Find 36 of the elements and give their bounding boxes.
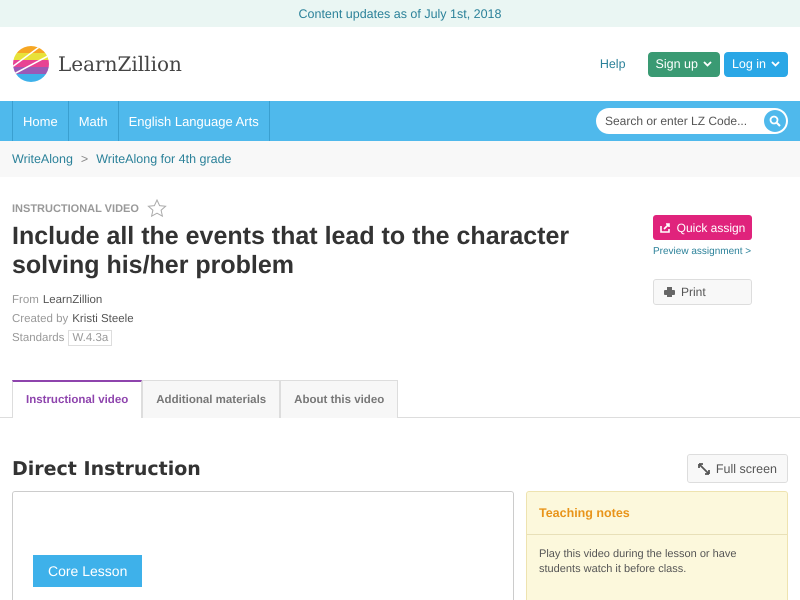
video-player[interactable]: Core Lesson — [12, 491, 514, 600]
print-button[interactable]: Print — [653, 279, 752, 305]
announcement-banner: Content updates as of July 1st, 2018 — [0, 0, 800, 27]
share-icon — [660, 222, 671, 232]
full-screen-button[interactable]: Full screen — [686, 454, 788, 483]
help-link[interactable]: Help — [600, 57, 626, 71]
quick-assign-button[interactable]: Quick assign — [653, 215, 752, 240]
meta-label: Created by — [12, 312, 68, 324]
logo-text[interactable]: LearnZillion — [58, 52, 182, 76]
breadcrumb-link[interactable]: WriteAlong — [12, 152, 73, 166]
tab[interactable]: About this video — [280, 380, 398, 418]
notes-title: Teaching notes — [527, 492, 787, 535]
slide-title: Core Lesson — [33, 555, 142, 587]
logo-icon — [12, 45, 50, 83]
search-icon — [769, 115, 781, 127]
tab[interactable]: Additional materials — [142, 380, 280, 418]
signup-button[interactable]: Sign up — [648, 52, 720, 76]
standard-tag[interactable]: W.4.3a — [68, 330, 112, 346]
preview-assignment-link[interactable]: Preview assignment > — [653, 246, 770, 257]
content-type-label: INSTRUCTIONAL VIDEO — [12, 202, 139, 214]
expand-icon — [698, 462, 710, 474]
meta-label: From — [12, 294, 39, 306]
search-field[interactable]: Search or enter LZ Code... — [596, 108, 788, 134]
chevron-down-icon — [771, 61, 780, 67]
breadcrumb-link[interactable]: WriteAlong for 4th grade — [96, 152, 232, 166]
login-button[interactable]: Log in — [724, 52, 788, 76]
section-title: Direct Instruction — [12, 458, 201, 480]
star-icon[interactable] — [146, 199, 167, 218]
tab[interactable]: Instructional video — [12, 380, 142, 418]
meta-value: LearnZillion — [42, 294, 102, 306]
breadcrumb-separator: > — [80, 152, 88, 166]
notes-text: Play this video during the lesson or have students watch it before class. — [539, 547, 738, 577]
lesson-title: Include all the events that lead to the character solving his/her problem — [12, 222, 570, 280]
meta-value: Kristi Steele — [72, 312, 134, 324]
meta-label: Standards — [12, 332, 64, 344]
chevron-down-icon — [702, 61, 712, 67]
